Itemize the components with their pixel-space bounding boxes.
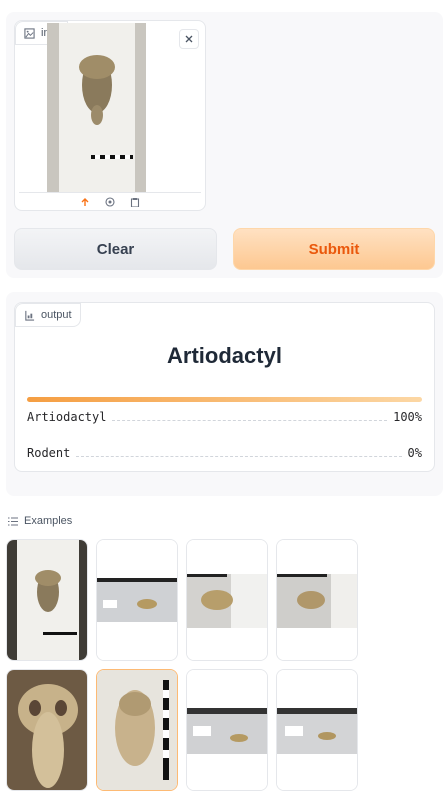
upload-icon[interactable] — [80, 197, 90, 207]
confidence-bar — [27, 397, 422, 402]
label-icon — [25, 310, 35, 321]
example-thumbnail[interactable] — [276, 539, 358, 661]
confidence-row[interactable]: Artiodactyl 100% — [27, 407, 422, 427]
confidence-value: 100% — [393, 410, 422, 424]
confidence-label: Rodent — [27, 446, 71, 460]
example-thumbnail[interactable] — [96, 669, 178, 791]
webcam-icon[interactable] — [104, 197, 116, 207]
confidence-label: Artiodactyl — [27, 410, 107, 424]
examples-header: Examples — [8, 515, 72, 527]
predicted-label: Artiodactyl — [167, 343, 282, 368]
output-label: output — [15, 303, 81, 327]
clipboard-icon[interactable] — [130, 197, 140, 207]
list-icon — [8, 516, 18, 526]
confidence-value: 0% — [407, 446, 422, 460]
clear-button[interactable]: Clear — [14, 228, 217, 270]
leader-dots — [76, 455, 402, 457]
uploaded-image — [47, 23, 146, 192]
confidence-row[interactable]: Rodent 0% — [27, 443, 422, 463]
example-thumbnail[interactable] — [186, 539, 268, 661]
label-output: output Artiodactyl Artiodactyl 100% Rode… — [14, 302, 435, 472]
example-thumbnail[interactable] — [96, 539, 178, 661]
example-thumbnail[interactable] — [276, 669, 358, 791]
example-thumbnail[interactable] — [186, 669, 268, 791]
submit-button[interactable]: Submit — [233, 228, 435, 270]
close-icon[interactable] — [179, 29, 199, 49]
image-icon — [24, 27, 35, 39]
divider — [19, 192, 201, 193]
example-thumbnail[interactable] — [6, 539, 88, 661]
image-input[interactable]: img — [14, 20, 206, 211]
example-thumbnail[interactable] — [6, 669, 88, 791]
source-selector — [15, 194, 205, 210]
leader-dots — [112, 419, 388, 421]
